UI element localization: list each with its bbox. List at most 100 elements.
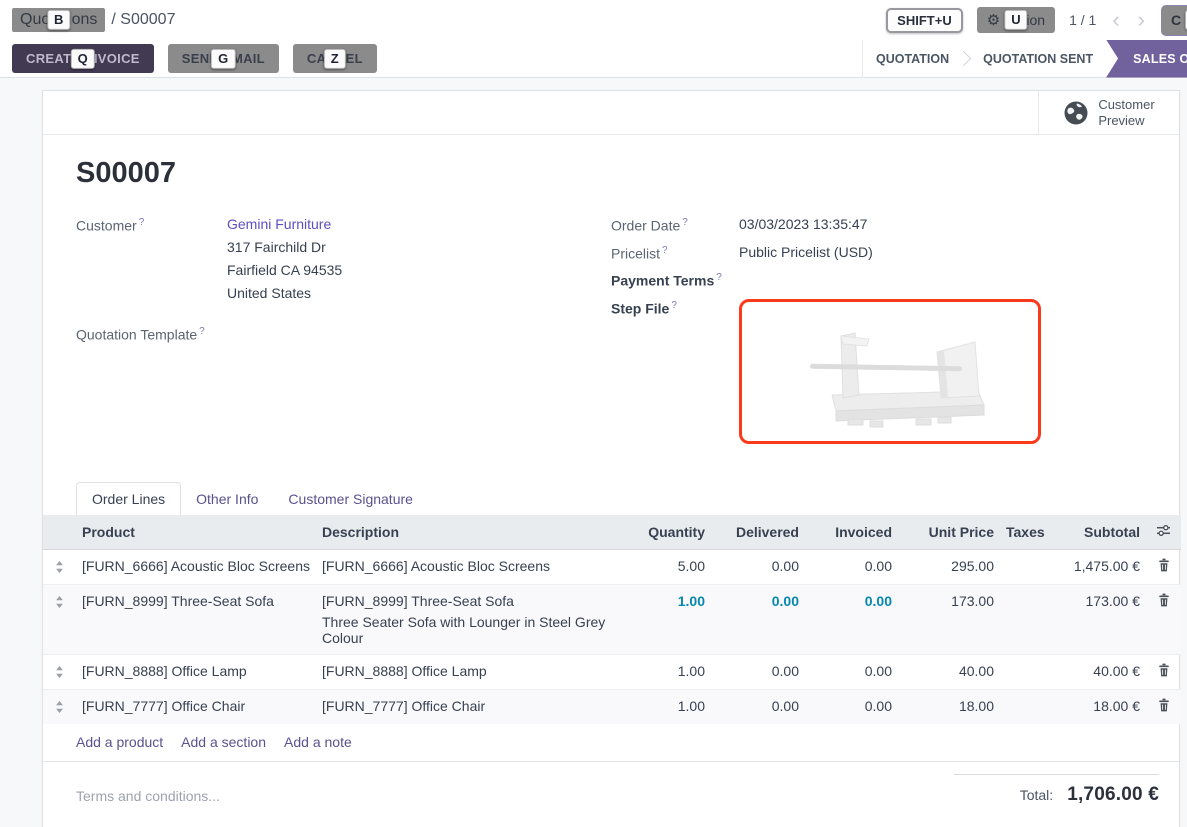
- cell-subtotal: 40.00 €: [1050, 654, 1146, 689]
- cell-unit-price[interactable]: 173.00: [898, 584, 1000, 654]
- list-add-links: Add a product Add a section Add a note: [43, 724, 1179, 762]
- delete-row-button[interactable]: [1158, 663, 1170, 680]
- field-customer: Customer? Gemini Furniture 317 Fairchild…: [76, 216, 611, 301]
- action-menu-button[interactable]: ⚙ Action U: [977, 7, 1055, 33]
- terms-and-conditions-field[interactable]: Terms and conditions...: [76, 788, 220, 804]
- delete-row-button[interactable]: [1158, 698, 1170, 715]
- cell-product[interactable]: [FURN_6666] Acoustic Bloc Screens: [76, 549, 316, 584]
- customer-address: 317 Fairchild Dr Fairfield CA 94535 Unit…: [227, 239, 342, 301]
- order-date-label: Order Date?: [611, 216, 739, 234]
- cell-quantity[interactable]: 1.00: [626, 584, 711, 654]
- quotation-template-label: Quotation Template?: [76, 325, 227, 343]
- cell-unit-price[interactable]: 18.00: [898, 689, 1000, 724]
- cell-subtotal: 18.00 €: [1050, 689, 1146, 724]
- drag-handle-icon[interactable]: [55, 593, 64, 611]
- cell-quantity[interactable]: 5.00: [626, 549, 711, 584]
- record-pager: 1 / 1: [1069, 12, 1096, 28]
- customer-link[interactable]: Gemini Furniture: [227, 216, 342, 232]
- create-invoice-button[interactable]: CREATE INVOICE Q: [12, 44, 154, 73]
- status-bar: QUOTATION QUOTATION SENT SALES ORDER: [862, 40, 1187, 78]
- cell-taxes[interactable]: [1000, 584, 1050, 654]
- pricelist-value[interactable]: Public Pricelist (USD): [739, 244, 873, 260]
- stage-quotation-sent[interactable]: QUOTATION SENT: [970, 52, 1106, 66]
- help-icon: ?: [716, 272, 722, 283]
- gear-icon: ⚙: [987, 13, 1000, 28]
- form-sheet: Customer Preview S00007 Customer? Gemini…: [42, 90, 1180, 827]
- table-row: [FURN_8999] Three-Seat Sofa [FURN_8999] …: [43, 584, 1181, 654]
- table-header-row: Product Description Quantity Delivered I…: [43, 515, 1181, 550]
- cell-invoiced[interactable]: 0.00: [805, 549, 898, 584]
- cell-delivered[interactable]: 0.00: [711, 689, 805, 724]
- cell-taxes[interactable]: [1000, 549, 1050, 584]
- cell-description[interactable]: [FURN_8999] Three-Seat SofaThree Seater …: [316, 584, 626, 654]
- col-invoiced: Invoiced: [805, 515, 898, 550]
- tab-other-info[interactable]: Other Info: [181, 483, 273, 515]
- globe-icon: [1063, 100, 1089, 126]
- hint-badge-q: Q: [71, 48, 95, 68]
- stage-quotation[interactable]: QUOTATION: [863, 52, 962, 66]
- cancel-button[interactable]: CANCEL Z: [293, 44, 377, 73]
- col-unit-price: Unit Price: [898, 515, 1000, 550]
- step-file-image[interactable]: [739, 299, 1041, 444]
- order-date-value[interactable]: 03/03/2023 13:35:47: [739, 216, 867, 232]
- add-a-section-link[interactable]: Add a section: [181, 734, 266, 750]
- tab-customer-signature[interactable]: Customer Signature: [273, 483, 428, 515]
- total-box: Total: 1,706.00 €: [954, 774, 1159, 806]
- cell-product[interactable]: [FURN_8888] Office Lamp: [76, 654, 316, 689]
- cell-invoiced[interactable]: 0.00: [805, 689, 898, 724]
- stage-sales-order-active[interactable]: SALES ORDER: [1106, 40, 1187, 78]
- page-title: S00007: [76, 157, 1146, 190]
- col-subtotal: Subtotal: [1050, 515, 1146, 550]
- drag-handle-icon[interactable]: [55, 663, 64, 681]
- truncated-edge-button[interactable]: C: [1161, 5, 1187, 36]
- hint-badge-b: B: [47, 10, 70, 30]
- customer-preview-label-line2: Preview: [1098, 113, 1154, 129]
- delete-row-button[interactable]: [1158, 593, 1170, 610]
- breadcrumb-quotations-link[interactable]: Quotations B: [12, 8, 105, 32]
- cell-taxes[interactable]: [1000, 654, 1050, 689]
- customer-preview-label-line1: Customer: [1098, 97, 1154, 113]
- cell-delivered[interactable]: 0.00: [711, 654, 805, 689]
- cell-invoiced[interactable]: 0.00: [805, 654, 898, 689]
- shortcut-hint-shift-u: SHIFT+U: [886, 8, 963, 33]
- drag-handle-icon[interactable]: [55, 558, 64, 576]
- table-row: [FURN_6666] Acoustic Bloc Screens [FURN_…: [43, 549, 1181, 584]
- help-icon: ?: [671, 300, 677, 311]
- hint-badge-g: G: [211, 48, 235, 68]
- cell-delivered[interactable]: 0.00: [711, 584, 805, 654]
- cell-unit-price[interactable]: 40.00: [898, 654, 1000, 689]
- cell-delivered[interactable]: 0.00: [711, 549, 805, 584]
- add-a-note-link[interactable]: Add a note: [284, 734, 352, 750]
- col-product: Product: [76, 515, 316, 550]
- optional-columns-button[interactable]: [1146, 515, 1181, 550]
- pager-next-button[interactable]: ›: [1136, 9, 1147, 31]
- truncated-edge-button-label: C: [1171, 12, 1181, 28]
- cell-description[interactable]: [FURN_8888] Office Lamp: [316, 654, 626, 689]
- table-row: [FURN_8888] Office Lamp [FURN_8888] Offi…: [43, 654, 1181, 689]
- cell-description[interactable]: [FURN_6666] Acoustic Bloc Screens: [316, 549, 626, 584]
- tab-order-lines[interactable]: Order Lines: [76, 482, 181, 515]
- add-a-product-link[interactable]: Add a product: [76, 734, 163, 750]
- breadcrumb: Quotations B / S00007: [12, 8, 175, 32]
- form-view-background: Customer Preview S00007 Customer? Gemini…: [0, 78, 1187, 827]
- field-step-file: Step File?: [611, 299, 1146, 444]
- cell-taxes[interactable]: [1000, 689, 1050, 724]
- send-email-button[interactable]: SEND EMAIL G: [168, 44, 279, 73]
- customer-preview-button[interactable]: Customer Preview: [1038, 91, 1179, 134]
- cell-invoiced[interactable]: 0.00: [805, 584, 898, 654]
- cell-quantity[interactable]: 1.00: [626, 689, 711, 724]
- pager-previous-button[interactable]: ‹: [1110, 9, 1121, 31]
- cell-product[interactable]: [FURN_8999] Three-Seat Sofa: [76, 584, 316, 654]
- help-icon: ?: [199, 326, 205, 337]
- cell-quantity[interactable]: 1.00: [626, 654, 711, 689]
- cell-subtotal: 1,475.00 €: [1050, 549, 1146, 584]
- help-icon: ?: [682, 217, 688, 228]
- drag-handle-icon[interactable]: [55, 698, 64, 716]
- delete-row-button[interactable]: [1158, 558, 1170, 575]
- cell-unit-price[interactable]: 295.00: [898, 549, 1000, 584]
- hint-badge-z: Z: [324, 48, 346, 68]
- pricelist-label: Pricelist?: [611, 244, 739, 262]
- col-quantity: Quantity: [626, 515, 711, 550]
- cell-product[interactable]: [FURN_7777] Office Chair: [76, 689, 316, 724]
- cell-description[interactable]: [FURN_7777] Office Chair: [316, 689, 626, 724]
